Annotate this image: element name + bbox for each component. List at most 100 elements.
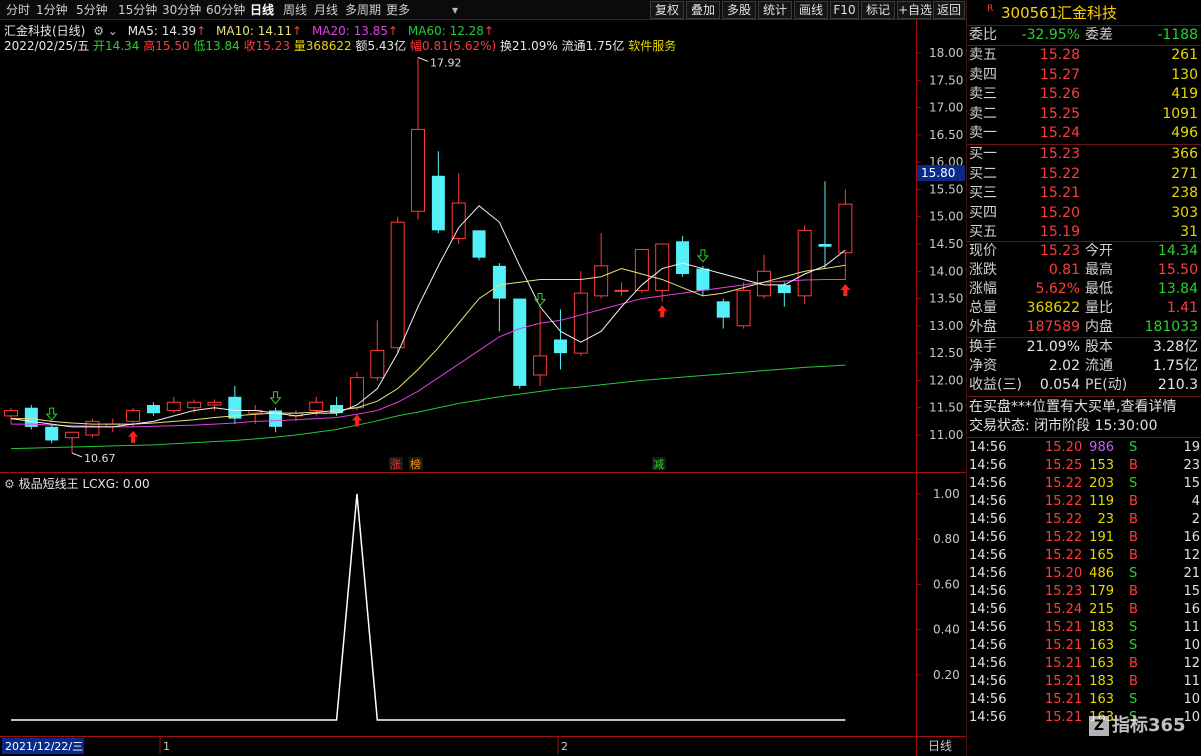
low-marker-label: 10.67 (84, 452, 116, 465)
candle-body (492, 265, 506, 299)
timeframe-4[interactable]: 30分钟 (162, 2, 201, 18)
bid-row[interactable]: 买二 15.22 271 (967, 165, 1201, 184)
toolbar-button-3[interactable]: 统计 (758, 1, 792, 19)
candle-body (696, 268, 710, 291)
big-order-notice[interactable]: 在买盘***位置有大买单,查看详情 (969, 398, 1201, 417)
book-volume: 366 (1171, 146, 1198, 162)
y-tick-label: 17.50 (929, 73, 963, 87)
chart-area[interactable]: 18.0017.5017.0016.5016.0015.5015.0014.50… (0, 20, 966, 756)
candle[interactable] (24, 404, 38, 430)
y-tick-label: 15.00 (929, 210, 963, 224)
stat-value: 0.81 (1048, 262, 1080, 278)
ask-row[interactable]: 卖二 15.25 1091 (967, 105, 1201, 124)
stat-label: 最低 (1085, 281, 1113, 297)
candle-body (146, 404, 160, 414)
toolbar-button-8[interactable]: 返回 (933, 1, 965, 19)
bid-row[interactable]: 买五 15.19 31 (967, 223, 1201, 242)
candle[interactable] (45, 424, 59, 444)
sub-settings-gear-icon[interactable]: ⚙ (4, 477, 15, 491)
tick-time: 14:56 (969, 620, 1007, 635)
ask-row[interactable]: 卖五 15.28 261 (967, 46, 1201, 65)
tick-row: 14:56 15.20 486 S 21 (967, 565, 1201, 583)
trade-status: 交易状态: 闭市阶段 15:30:00 (969, 418, 1158, 434)
toolbar-button-6[interactable]: 标记 (861, 1, 895, 19)
toolbar-button-5[interactable]: F10 (830, 1, 859, 19)
period-label: 日线 (928, 739, 952, 753)
settings-gear-icon[interactable]: ⚙ (93, 24, 104, 38)
stat-row: 总量 368622 量比 1.41 (967, 299, 1201, 318)
tick-row: 14:56 15.22 23 B 2 (967, 511, 1201, 529)
stat-value: 15.23 (1039, 243, 1080, 259)
dropdown-icon[interactable]: ⌄ (108, 24, 118, 38)
stat-label: 涨幅 (969, 281, 997, 297)
tick-count: 23 (1183, 458, 1200, 473)
timeframe-6[interactable]: 日线 (250, 2, 274, 18)
ask-row[interactable]: 卖四 15.27 130 (967, 66, 1201, 85)
tick-row: 14:56 15.23 179 B 15 (967, 583, 1201, 601)
tick-row: 14:56 15.21 183 B 11 (967, 673, 1201, 691)
stat-value: 14.34 (1157, 243, 1198, 259)
candle-body (716, 301, 730, 318)
stat-row: 现价 15.23 今开 14.34 (967, 242, 1201, 261)
bid-row[interactable]: 买一 15.23 366 (967, 145, 1201, 164)
toolbar: 分时 1分钟 5分钟 15分钟 30分钟 60分钟 日线 周线 月线 多周期 更多 ▾ 复权 叠加 多股 统计… (0, 0, 966, 20)
event-label: 涨 (390, 458, 401, 471)
toolbar-button-1[interactable]: 叠加 (686, 1, 720, 19)
tick-time: 14:56 (969, 674, 1007, 689)
stat-row: 涨幅 5.62% 最低 13.84 (967, 280, 1201, 299)
event-label: 榜 (410, 457, 421, 471)
candle-body (553, 339, 567, 354)
bid-row[interactable]: 买三 15.21 238 (967, 184, 1201, 203)
tick-time: 14:56 (969, 476, 1007, 491)
candle[interactable] (390, 216, 405, 354)
sub-chart-indicator: LCXG: 0.00 (82, 477, 150, 491)
candle[interactable] (634, 248, 649, 294)
candle[interactable] (676, 235, 690, 277)
candle[interactable] (797, 224, 812, 305)
timeframe-0[interactable]: 分时 (6, 2, 30, 18)
weicha-label: 委差 (1085, 27, 1113, 43)
timeframe-3[interactable]: 15分钟 (118, 2, 157, 18)
ask-row[interactable]: 卖一 15.24 496 (967, 124, 1201, 143)
toolbar-button-4[interactable]: 画线 (794, 1, 828, 19)
book-volume: 496 (1171, 125, 1198, 141)
candle-body (126, 409, 141, 422)
timeframe-2[interactable]: 5分钟 (76, 2, 108, 18)
bar-industry: 软件服务 (628, 39, 677, 53)
book-level-label: 卖五 (969, 47, 997, 63)
tick-side: B (1129, 458, 1138, 473)
tick-count: 15 (1183, 584, 1200, 599)
candle[interactable] (513, 298, 527, 389)
divider (967, 396, 1201, 397)
toolbar-button-0[interactable]: 复权 (650, 1, 684, 19)
book-price: 15.25 (1039, 105, 1080, 122)
toolbar-button-7[interactable]: +自选 (897, 1, 932, 19)
bid-row[interactable]: 买四 15.20 303 (967, 204, 1201, 223)
tick-count: 10 (1183, 692, 1200, 707)
candle-body (309, 401, 324, 411)
chart-title: 汇金科技(日线) (4, 24, 86, 38)
fund-value: 210.3 (1157, 377, 1198, 393)
stat-value: 1.41 (1166, 300, 1198, 316)
stat-label: 现价 (969, 243, 997, 259)
timeframe-7[interactable]: 周线 (283, 2, 307, 18)
timeframe-9[interactable]: 多周期 (345, 2, 381, 18)
toolbar-button-2[interactable]: 多股 (722, 1, 756, 19)
ask-row[interactable]: 卖三 15.26 419 (967, 85, 1201, 104)
book-level-label: 卖四 (969, 66, 997, 83)
candle[interactable] (85, 418, 100, 438)
timeframe-1[interactable]: 1分钟 (36, 2, 68, 18)
timeframe-10[interactable]: 更多 (386, 2, 410, 18)
bar-open: 开14.34 (93, 39, 140, 53)
timeframe-8[interactable]: 月线 (314, 2, 338, 18)
tick-side: S (1129, 692, 1138, 707)
fund-value: 3.28亿 (1152, 339, 1198, 355)
candle-body (187, 401, 202, 409)
book-price: 15.19 (1039, 224, 1080, 240)
tick-time: 14:56 (969, 494, 1007, 509)
candle[interactable] (472, 230, 486, 261)
tick-price: 15.21 (1045, 638, 1083, 653)
more-dropdown-icon[interactable]: ▾ (452, 2, 458, 18)
tick-volume: 179 (1089, 584, 1114, 599)
timeframe-5[interactable]: 60分钟 (206, 2, 245, 18)
